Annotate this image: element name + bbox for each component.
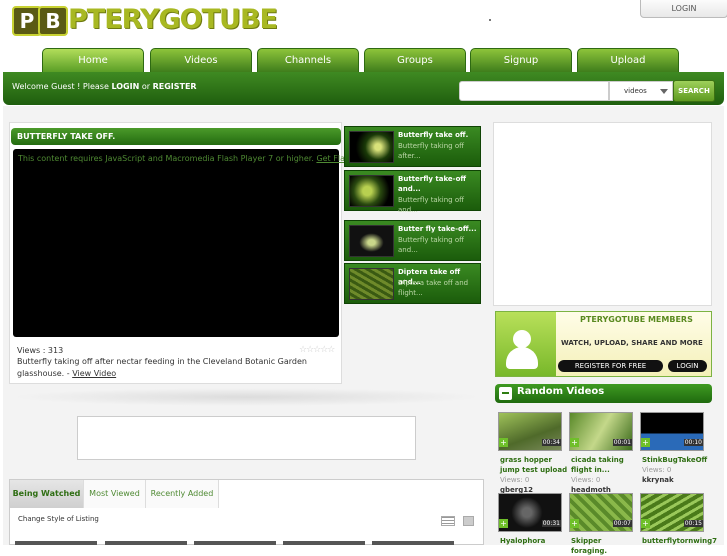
related-video-thumbnail[interactable] [349, 175, 394, 207]
related-video-item[interactable]: Diptera take off and... Diptera take off… [344, 263, 481, 304]
add-icon[interactable]: + [641, 438, 650, 447]
flash-notice-text: This content requires JavaScript and Mac… [18, 154, 314, 163]
related-video-thumbnail[interactable] [349, 268, 394, 300]
tab-groups[interactable]: Groups [364, 48, 466, 73]
rating-stars[interactable]: ☆☆☆☆☆ [299, 345, 335, 355]
welcome-prefix: Welcome Guest ! Please [12, 82, 109, 91]
listing-thumbnail[interactable] [194, 541, 276, 545]
video-duration: 00:01 [612, 439, 632, 446]
welcome-message: Welcome Guest ! Please LOGIN or REGISTER [12, 82, 197, 91]
register-free-button[interactable]: REGISTER FOR FREE [558, 360, 663, 372]
related-video-desc: Butterfly taking off and... [398, 196, 464, 214]
related-video-item[interactable]: Butterfly take-off and... Butterfly taki… [344, 170, 481, 214]
listing-thumbnail[interactable] [283, 541, 365, 545]
sidebar-ad[interactable] [493, 122, 712, 306]
video-duration: 00:10 [683, 439, 703, 446]
listing-thumbnail[interactable] [105, 541, 187, 545]
video-player[interactable] [13, 149, 339, 337]
random-video-views: Views: 0 [642, 466, 672, 474]
add-icon[interactable]: + [641, 519, 650, 528]
logo-text: PTERYGOTUBE [68, 4, 278, 35]
members-text: WATCH, UPLOAD, SHARE AND MORE [561, 339, 703, 347]
logo-badge: P B [12, 6, 72, 36]
site-logo[interactable]: P B PTERYGOTUBE [10, 4, 278, 38]
random-video-title[interactable]: grass hopper jump test upload [500, 455, 568, 475]
tab-signup[interactable]: Signup [470, 48, 572, 73]
tab-being-watched[interactable]: Being Watched [10, 480, 84, 508]
add-icon[interactable]: + [499, 519, 508, 528]
tab-upload[interactable]: Upload [577, 48, 679, 73]
chevron-down-icon [660, 89, 668, 94]
video-title: BUTTERFLY TAKE OFF. [11, 128, 341, 145]
related-video-thumbnail[interactable] [349, 225, 394, 257]
add-icon[interactable]: + [570, 438, 579, 447]
tab-most-viewed[interactable]: Most Viewed [84, 480, 146, 508]
grid-view-icon[interactable] [463, 516, 474, 526]
tab-channels[interactable]: Channels [257, 48, 359, 73]
video-duration: 00:34 [541, 439, 561, 446]
avatar-icon [513, 330, 531, 348]
related-video-desc: Butterfly taking off after... [398, 142, 464, 160]
tab-home[interactable]: Home [42, 48, 144, 73]
player-shadow [12, 388, 482, 406]
random-video-title[interactable]: StinkBugTakeOff [642, 455, 710, 465]
related-video-title[interactable]: Butter fly take-off... [398, 224, 480, 234]
add-icon[interactable]: + [499, 438, 508, 447]
header-login-button[interactable]: LOGIN [640, 0, 727, 18]
related-video-desc: Butterfly taking off and... [398, 236, 464, 254]
welcome-or: or [141, 82, 151, 91]
related-video-thumbnail[interactable] [349, 131, 394, 163]
random-video-title[interactable]: cicada taking flight in... [571, 455, 639, 475]
related-video-item[interactable]: Butterfly take off. Butterfly taking off… [344, 126, 481, 167]
search-type-value: videos [624, 87, 647, 95]
random-video-user[interactable]: kkrynak [642, 476, 674, 484]
random-video-views: Views: 0 [500, 476, 530, 484]
video-duration: 00:07 [612, 520, 632, 527]
listing-thumbnail[interactable] [15, 541, 97, 545]
collapse-icon[interactable] [499, 387, 512, 400]
tab-videos[interactable]: Videos [150, 48, 252, 73]
video-duration: 00:31 [541, 520, 561, 527]
change-style-label: Change Style of Listing [18, 515, 99, 523]
related-video-title[interactable]: Butterfly take-off and... [398, 174, 480, 194]
video-description: Butterfly taking off after nectar feedin… [17, 356, 337, 380]
related-video-item[interactable]: Butter fly take-off... Butterfly taking … [344, 220, 481, 261]
related-video-title[interactable]: Butterfly take off. [398, 130, 480, 140]
random-videos-title: Random Videos [517, 386, 605, 397]
related-video-desc: Diptera take off and flight... [398, 279, 469, 297]
random-video-views: Views: 0 [571, 476, 601, 484]
search-input[interactable] [459, 81, 609, 101]
add-icon[interactable]: + [570, 519, 579, 528]
members-login-button[interactable]: LOGIN [668, 360, 707, 372]
search-button[interactable]: SEARCH [673, 80, 715, 102]
video-views: Views : 313 [17, 346, 64, 355]
list-view-icon[interactable] [441, 516, 455, 526]
header-dot [489, 19, 491, 21]
video-duration: 00:15 [683, 520, 703, 527]
random-video-title[interactable]: Skipper foraging. [571, 536, 639, 556]
listing-thumbnail[interactable] [372, 541, 454, 545]
tab-recently-added[interactable]: Recently Added [146, 480, 219, 508]
view-video-link[interactable]: View Video [72, 369, 116, 378]
members-title: PTERYGOTUBE MEMBERS [580, 315, 693, 324]
ad-banner[interactable] [77, 416, 416, 460]
search-type-select[interactable]: videos [609, 81, 673, 101]
logo-badge-b: B [38, 6, 68, 36]
welcome-login-link[interactable]: LOGIN [111, 82, 139, 91]
welcome-register-link[interactable]: REGISTER [153, 82, 197, 91]
video-description-text: Butterfly taking off after nectar feedin… [17, 357, 307, 378]
flash-notice: This content requires JavaScript and Mac… [18, 154, 354, 163]
